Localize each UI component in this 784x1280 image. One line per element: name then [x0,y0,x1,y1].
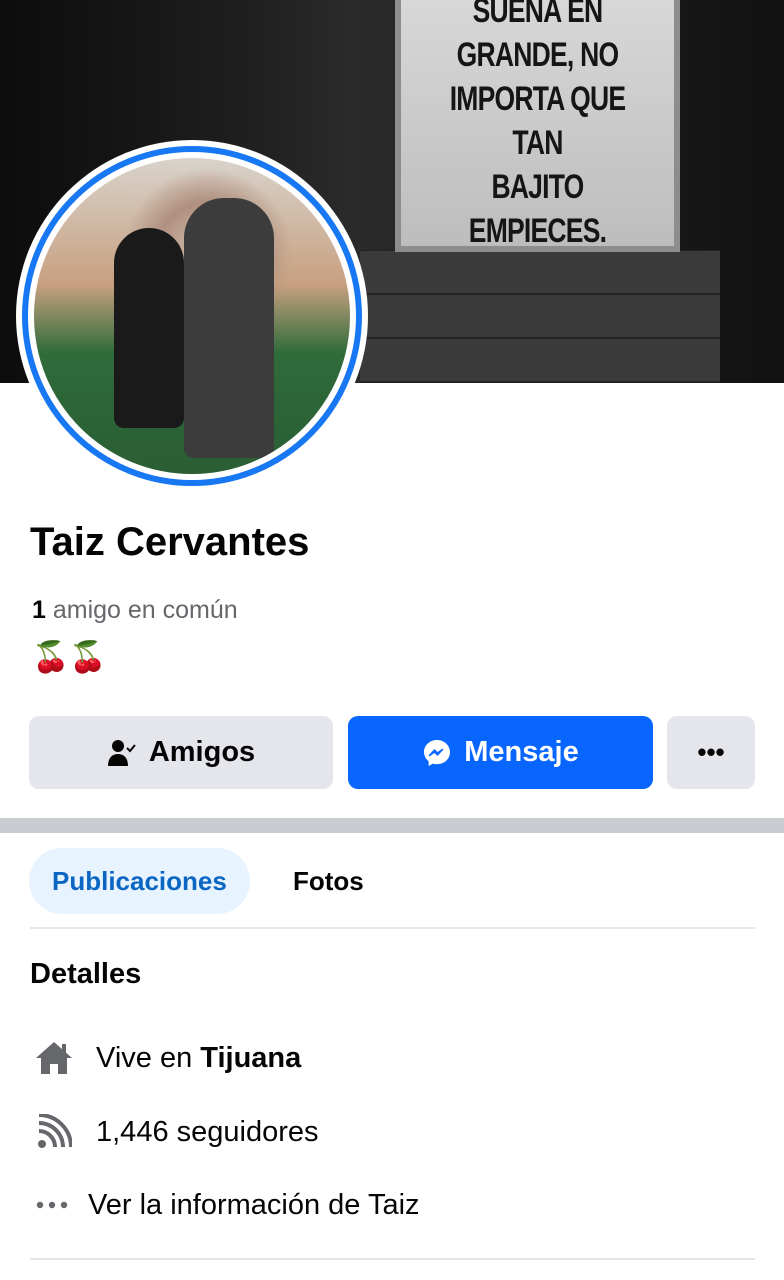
lives-city[interactable]: Tijuana [200,1042,301,1075]
sign-text: SUEÑA EN GRANDE, NO IMPORTA QUE TAN BAJI… [449,0,626,250]
section-divider [0,818,784,833]
mutual-count: 1 [32,596,46,624]
divider [30,927,755,929]
photo-person [114,228,184,428]
tab-fotos[interactable]: Fotos [270,848,387,914]
profile-bio: 🍒🍒 [32,641,107,674]
message-button[interactable]: Mensaje [348,716,653,789]
more-icon: ••• [697,737,725,767]
profile-name: Taiz Cervantes [30,520,310,564]
brick-wall [360,250,720,383]
mutual-friends[interactable]: 1 amigo en común [32,596,238,625]
profile-picture[interactable] [16,140,368,492]
followers-count: 1,446 seguidores [96,1115,319,1148]
details-heading: Detalles [30,958,142,990]
tab-label: Publicaciones [52,865,227,896]
see-about-label: Ver la información de Taiz [88,1188,420,1221]
detail-lives-in[interactable]: Vive en Tijuana [34,1038,301,1078]
divider [30,1258,755,1260]
cover-sign: SUEÑA EN GRANDE, NO IMPORTA QUE TAN BAJI… [395,0,680,252]
avatar-photo [34,158,350,474]
see-about-info[interactable]: Ver la información de Taiz [32,1185,420,1225]
rss-icon [34,1112,74,1152]
story-ring [22,146,362,486]
more-options-button[interactable]: ••• [667,716,755,789]
friend-check-icon [107,739,136,766]
messenger-icon [424,739,451,766]
more-dots-icon [32,1185,72,1225]
mutual-label: amigo en común [45,596,238,624]
friends-label: Amigos [148,736,256,768]
home-icon [34,1038,74,1078]
lives-prefix: Vive en [96,1041,201,1074]
message-label: Mensaje [464,736,579,768]
friends-button[interactable]: Amigos [29,716,333,789]
detail-followers[interactable]: 1,446 seguidores [34,1112,319,1152]
tab-publicaciones[interactable]: Publicaciones [29,848,250,914]
tab-label: Fotos [293,865,364,896]
photo-person [184,198,274,458]
